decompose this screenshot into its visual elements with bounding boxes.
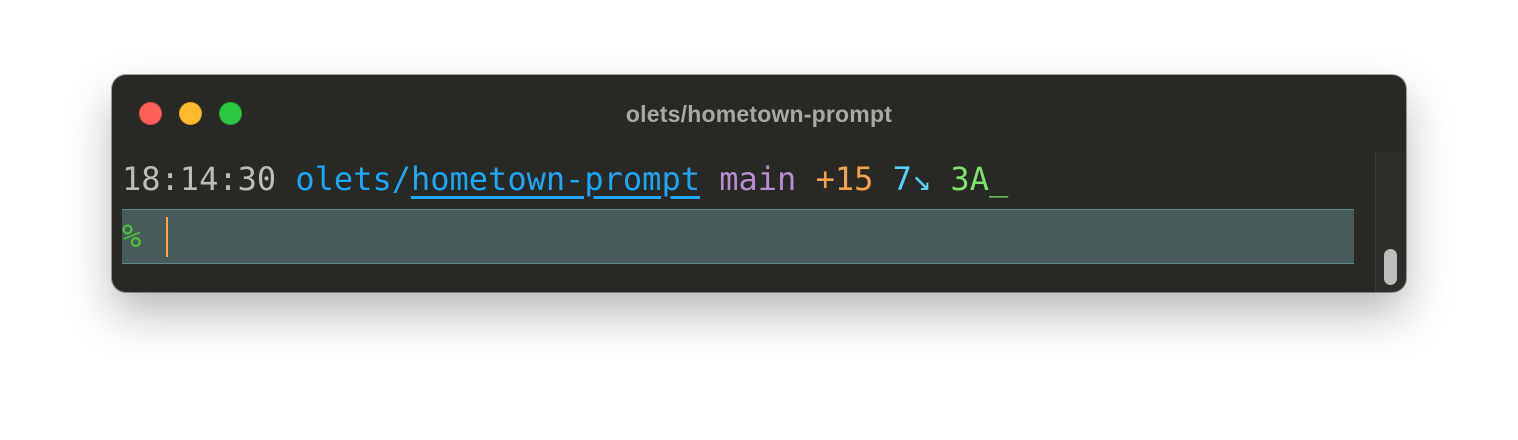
prompt-time: 18:14:30 — [122, 160, 277, 198]
repo-name-link[interactable]: hometown-prompt — [411, 160, 700, 198]
prompt-info-line: 18:14:30 olets/hometown-prompt main +15 … — [122, 151, 1008, 207]
repo-owner: olets/ — [295, 160, 411, 198]
git-ahead-count: 3A_ — [950, 160, 1009, 198]
git-branch: main — [719, 160, 797, 198]
git-behind-count: 7↘ — [892, 160, 932, 198]
text-cursor — [166, 217, 168, 257]
command-input-row[interactable]: % — [122, 209, 1354, 264]
terminal-window: olets/hometown-prompt 18:14:30 olets/hom… — [112, 75, 1406, 292]
git-added-count: +15 — [815, 160, 874, 198]
terminal-content[interactable]: 18:14:30 olets/hometown-prompt main +15 … — [112, 151, 1376, 292]
vertical-scrollbar[interactable] — [1375, 151, 1406, 292]
scrollbar-thumb[interactable] — [1384, 249, 1397, 285]
prompt-symbol: % — [122, 217, 142, 255]
window-title: olets/hometown-prompt — [625, 101, 893, 127]
title-bar: olets/hometown-prompt — [112, 75, 1406, 151]
